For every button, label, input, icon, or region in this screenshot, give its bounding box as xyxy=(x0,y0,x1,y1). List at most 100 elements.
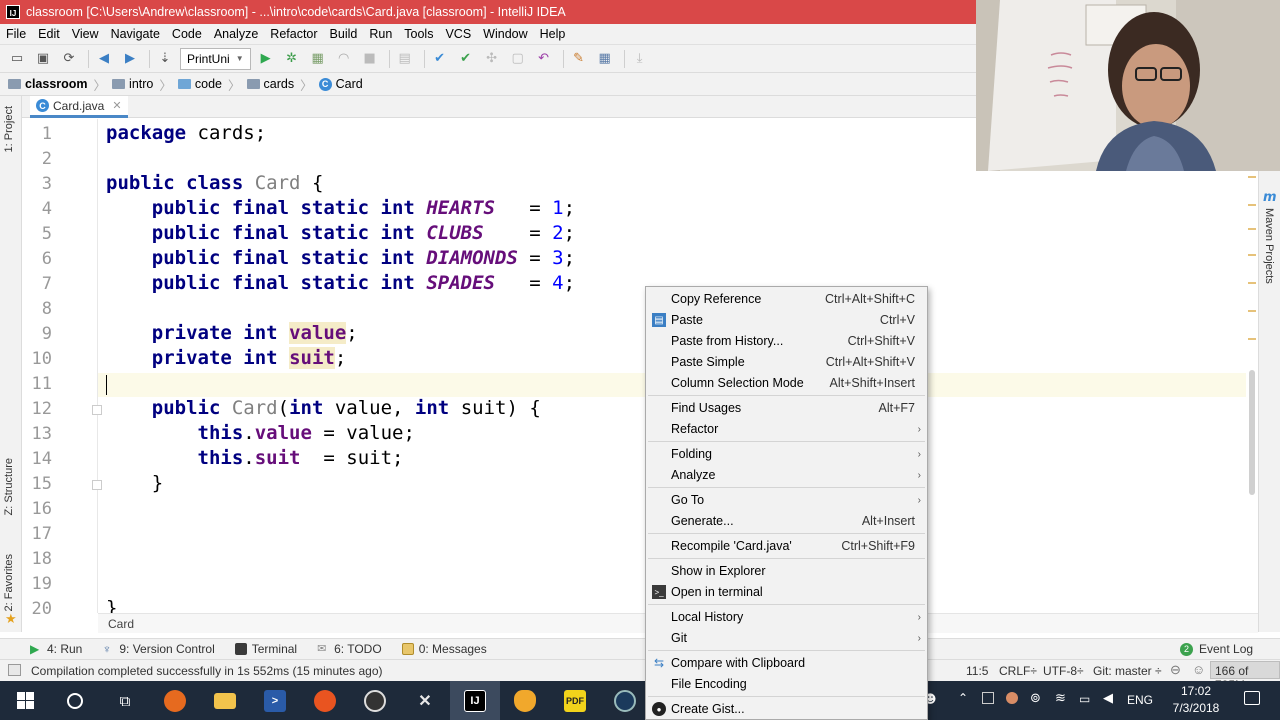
open-folder-icon[interactable]: ▭ xyxy=(6,48,28,70)
menu-item-column-selection-mode[interactable]: Column Selection Mode Alt+Shift+Insert xyxy=(646,373,927,393)
line-separator[interactable]: CRLF÷ xyxy=(999,664,1037,678)
taskbar-xming[interactable]: ✕ xyxy=(400,681,450,720)
menu-item-find-usages[interactable]: Find Usages Alt+F7 xyxy=(646,398,927,418)
tab-favorites[interactable]: 2: Favorites xyxy=(3,554,15,611)
scrollbar-thumb[interactable] xyxy=(1249,370,1255,495)
menu-code[interactable]: Code xyxy=(166,27,208,41)
taskbar-explorer[interactable] xyxy=(200,681,250,720)
run-icon[interactable]: ▶ xyxy=(255,48,277,70)
menu-run[interactable]: Run xyxy=(363,27,398,41)
debug-icon[interactable]: ✲ xyxy=(281,48,303,70)
tool-version-control[interactable]: ♆ 9: Version Control xyxy=(102,642,214,656)
save-all-icon[interactable]: ▣ xyxy=(32,48,54,70)
menu-item-recompile[interactable]: Recompile 'Card.java' Ctrl+Shift+F9 xyxy=(646,536,927,556)
menu-vcs[interactable]: VCS xyxy=(439,27,477,41)
taskbar-firefox[interactable] xyxy=(150,681,200,720)
breadcrumb-item[interactable]: classroom 〉 xyxy=(8,75,106,94)
menu-refactor[interactable]: Refactor xyxy=(264,27,323,41)
vcs-update-icon[interactable]: ✔ xyxy=(429,48,451,70)
lock-icon[interactable]: ⊖ xyxy=(1170,662,1181,678)
download-icon[interactable]: ⤓ xyxy=(629,48,651,70)
vcs-history-icon[interactable]: ▢ xyxy=(507,48,529,70)
menu-tools[interactable]: Tools xyxy=(398,27,439,41)
menu-item-paste-from-history[interactable]: Paste from History... Ctrl+Shift+V xyxy=(646,331,927,351)
taskbar-ubuntu[interactable] xyxy=(300,681,350,720)
volume-icon[interactable]: ◀ xyxy=(1103,691,1113,706)
build-icon[interactable]: ⇣ xyxy=(154,48,176,70)
tool-event-log[interactable]: 2 Event Log xyxy=(1180,642,1253,656)
run-config-select[interactable]: PrintUni ▼ xyxy=(180,47,251,70)
menu-item-show-in-explorer[interactable]: Show in Explorer xyxy=(646,561,927,581)
menu-item-copy-reference[interactable]: Copy Reference Ctrl+Alt+Shift+C xyxy=(646,289,927,309)
vcs-commit-icon[interactable]: ✔ xyxy=(455,48,477,70)
breadcrumb-item[interactable]: C Card xyxy=(318,77,363,91)
tray-obs-icon[interactable]: ⊚ xyxy=(1030,691,1041,706)
menu-analyze[interactable]: Analyze xyxy=(208,27,264,41)
tool-run[interactable]: ▶ 4: Run xyxy=(30,642,82,656)
settings-icon[interactable]: ✎ xyxy=(568,48,590,70)
breadcrumb-item[interactable]: code 〉 xyxy=(177,75,241,94)
tool-windows-toggle-icon[interactable] xyxy=(8,664,21,676)
clock[interactable]: 17:02 7/3/2018 xyxy=(1163,683,1229,717)
structure-icon[interactable]: ▤ xyxy=(394,48,416,70)
vcs-branch[interactable]: Git: master ÷ xyxy=(1093,664,1162,678)
tool-messages[interactable]: 0: Messages xyxy=(401,642,487,656)
project-structure-icon[interactable]: ▦ xyxy=(594,48,616,70)
tab-card-java[interactable]: C Card.java ✕ xyxy=(30,96,128,118)
taskbar-fl-studio[interactable] xyxy=(500,681,550,720)
task-view-button[interactable]: ⧉ xyxy=(100,681,150,720)
menu-item-paste[interactable]: ▤ Paste Ctrl+V xyxy=(646,310,927,330)
coverage-icon[interactable]: ▦ xyxy=(307,48,329,70)
taskbar-powershell[interactable]: > xyxy=(250,681,300,720)
chevron-up-icon[interactable]: ⌃ xyxy=(958,691,968,705)
input-language[interactable]: ENG xyxy=(1127,693,1153,707)
menu-item-generate[interactable]: Generate... Alt+Insert xyxy=(646,511,927,531)
taskbar-intellij[interactable]: IJ xyxy=(450,681,500,720)
menu-window[interactable]: Window xyxy=(477,27,533,41)
back-icon[interactable]: ◀ xyxy=(93,48,115,70)
menu-view[interactable]: View xyxy=(66,27,105,41)
tab-structure[interactable]: Z: Structure xyxy=(3,458,15,515)
menu-navigate[interactable]: Navigate xyxy=(105,27,166,41)
status-message[interactable]: Compilation completed successfully in 1s… xyxy=(31,664,383,678)
breadcrumb-item[interactable]: intro 〉 xyxy=(112,75,172,94)
close-icon[interactable]: ✕ xyxy=(112,99,121,112)
menu-item-create-gist[interactable]: ● Create Gist... xyxy=(646,699,927,719)
sync-icon[interactable]: ⟳ xyxy=(58,48,80,70)
tool-terminal[interactable]: Terminal xyxy=(234,642,297,656)
tool-todo[interactable]: ✉ 6: TODO xyxy=(317,642,382,656)
taskbar-steam[interactable] xyxy=(600,681,650,720)
vcs-compare-icon[interactable]: ✣ xyxy=(481,48,503,70)
menu-item-folding[interactable]: Folding › xyxy=(646,444,927,464)
notifications-icon[interactable] xyxy=(1244,691,1260,705)
start-button[interactable] xyxy=(0,681,50,720)
battery-icon[interactable]: ▭ xyxy=(1079,692,1090,706)
memory-indicator[interactable]: 166 of 725M xyxy=(1210,661,1280,692)
forward-icon[interactable]: ▶ xyxy=(119,48,141,70)
editor-breadcrumb-label[interactable]: Card xyxy=(108,617,134,631)
caret-position[interactable]: 11:5 xyxy=(966,664,988,678)
menu-file[interactable]: File xyxy=(0,27,32,41)
menu-item-analyze[interactable]: Analyze › xyxy=(646,465,927,485)
menu-help[interactable]: Help xyxy=(534,27,572,41)
stop-icon[interactable]: ■ xyxy=(359,48,381,70)
revert-icon[interactable]: ↶ xyxy=(533,48,555,70)
tab-project[interactable]: 1: Project xyxy=(3,106,15,152)
tray-app-icon[interactable] xyxy=(982,692,994,704)
profile-icon[interactable]: ◠ xyxy=(333,48,355,70)
breadcrumb-item[interactable]: cards 〉 xyxy=(246,75,313,94)
tab-maven-projects[interactable]: Maven Projects xyxy=(1263,208,1275,284)
menu-edit[interactable]: Edit xyxy=(32,27,66,41)
inspector-icon[interactable]: ☺ xyxy=(1192,662,1205,677)
search-button[interactable] xyxy=(50,681,100,720)
taskbar-pdf[interactable]: PDF xyxy=(550,681,600,720)
menu-item-local-history[interactable]: Local History › xyxy=(646,607,927,627)
tray-app-icon[interactable] xyxy=(1006,692,1018,704)
menu-item-compare-with-clipboard[interactable]: ⇆ Compare with Clipboard xyxy=(646,653,927,673)
menu-build[interactable]: Build xyxy=(324,27,364,41)
menu-item-paste-simple[interactable]: Paste Simple Ctrl+Alt+Shift+V xyxy=(646,352,927,372)
taskbar-obs[interactable] xyxy=(350,681,400,720)
menu-item-go-to[interactable]: Go To › xyxy=(646,490,927,510)
menu-item-refactor[interactable]: Refactor › xyxy=(646,419,927,439)
file-encoding[interactable]: UTF-8÷ xyxy=(1043,664,1084,678)
